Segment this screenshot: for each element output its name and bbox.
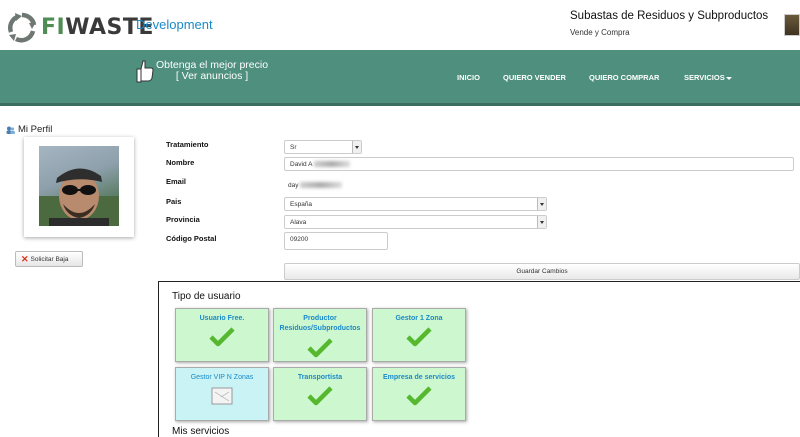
profile-photo[interactable] xyxy=(39,146,119,226)
postal-input[interactable]: 09200 xyxy=(284,232,388,250)
tile-label: Usuario Free. xyxy=(199,315,245,322)
environment-label: Development xyxy=(136,17,213,32)
user-type-tile-transportista[interactable]: Transportista xyxy=(273,367,367,421)
province-value: Alava xyxy=(290,219,307,226)
view-ads-link[interactable]: [ Ver anuncios ] xyxy=(156,71,268,82)
close-icon: ✕ xyxy=(21,253,29,264)
treatment-select[interactable]: Sr xyxy=(284,140,362,154)
user-type-title: Tipo de usuario xyxy=(172,291,241,302)
chevron-down-icon xyxy=(725,76,732,80)
country-value: España xyxy=(290,201,313,208)
tile-label: Gestor VIP N Zonas xyxy=(190,374,254,381)
checkmark-icon xyxy=(406,386,432,406)
checkmark-icon xyxy=(406,327,432,347)
tile-label: Transportista xyxy=(297,374,343,381)
name-value: David A xyxy=(290,161,313,168)
empty-checkbox-icon xyxy=(211,387,233,405)
email-value: day xyxy=(288,182,343,189)
thumbs-up-icon xyxy=(136,60,154,83)
profile-title: Mi Perfil xyxy=(18,124,53,135)
main-navbar xyxy=(0,50,800,106)
user-type-tile-free[interactable]: Usuario Free. xyxy=(175,308,269,362)
user-type-tile-gestor-vip[interactable]: Gestor VIP N Zonas xyxy=(175,367,269,421)
name-input[interactable]: David A xyxy=(284,157,794,171)
top-header: FIWASTE Development Subastas de Residuos… xyxy=(0,0,800,50)
nav-item-quiero-vender[interactable]: QUIERO VENDER xyxy=(503,73,566,82)
name-label: Nombre xyxy=(166,158,195,167)
site-subtitle: Vende y Compra xyxy=(570,28,630,37)
redacted-text xyxy=(300,182,343,189)
checkmark-icon xyxy=(209,327,235,347)
my-services-title: Mis servicios xyxy=(172,426,230,437)
treatment-value: Sr xyxy=(290,144,297,151)
user-type-tile-productor[interactable]: Productor Residuos/Subproductos xyxy=(273,308,367,362)
save-changes-button[interactable]: Guardar Cambios xyxy=(284,263,800,280)
chevron-down-icon xyxy=(352,141,361,153)
tile-label: Empresa de servicios xyxy=(383,374,455,381)
chevron-down-icon xyxy=(537,198,546,210)
profile-photo-frame xyxy=(24,137,134,237)
email-label: Email xyxy=(166,177,187,186)
nav-item-servicios-label: SERVICIOS xyxy=(684,73,725,82)
person-photo-icon xyxy=(39,168,119,226)
province-select[interactable]: Alava xyxy=(284,215,547,229)
recycle-icon xyxy=(8,12,37,43)
unsubscribe-label: Solicitar Baja xyxy=(30,255,69,263)
country-label: Pais xyxy=(166,197,182,206)
unsubscribe-button[interactable]: ✕ Solicitar Baja xyxy=(15,251,83,267)
nav-item-servicios[interactable]: SERVICIOS xyxy=(684,73,732,82)
treatment-label: Tratamiento xyxy=(166,140,209,149)
site-title: Subastas de Residuos y Subproductos xyxy=(570,10,769,22)
redacted-text xyxy=(314,161,351,168)
fiwaste-logo[interactable]: FIWASTE xyxy=(5,10,154,44)
users-icon xyxy=(6,126,15,134)
user-avatar-small[interactable] xyxy=(784,14,800,36)
checkmark-icon xyxy=(307,386,333,406)
promo-banner[interactable]: Obtenga el mejor precio [ Ver anuncios ] xyxy=(136,60,268,84)
postal-value: 09200 xyxy=(290,236,309,243)
profile-heading: Mi Perfil xyxy=(6,124,52,135)
nav-item-quiero-comprar[interactable]: QUIERO COMPRAR xyxy=(589,73,659,82)
tile-label: Gestor 1 Zona xyxy=(395,315,443,322)
tile-label: Productor Residuos/Subproductos xyxy=(279,315,361,332)
site-title-block: Subastas de Residuos y Subproductos Vend… xyxy=(570,10,770,37)
country-select[interactable]: España xyxy=(284,197,547,211)
checkmark-icon xyxy=(307,338,333,358)
postal-label: Código Postal xyxy=(166,234,217,243)
user-type-tile-empresa-servicios[interactable]: Empresa de servicios xyxy=(372,367,466,421)
email-text: day xyxy=(288,182,299,189)
user-type-tile-gestor-1-zona[interactable]: Gestor 1 Zona xyxy=(372,308,466,362)
chevron-down-icon xyxy=(537,216,546,228)
province-label: Provincia xyxy=(166,215,200,224)
nav-item-inicio[interactable]: INICIO xyxy=(457,73,480,82)
